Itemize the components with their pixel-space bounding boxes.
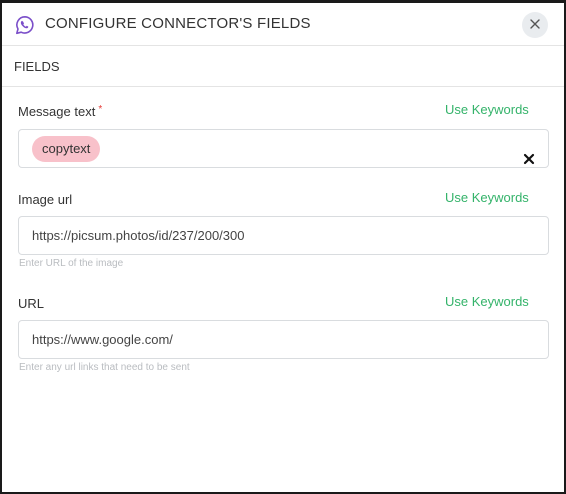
- section-header: FIELDS: [2, 46, 564, 87]
- url-input[interactable]: https://www.google.com/: [18, 320, 549, 359]
- clear-icon[interactable]: [523, 142, 535, 165]
- use-keywords-link-message[interactable]: Use Keywords: [445, 102, 529, 117]
- close-icon[interactable]: [530, 16, 540, 34]
- required-marker: *: [98, 104, 103, 115]
- whatsapp-icon: [15, 15, 35, 35]
- close-button[interactable]: [522, 12, 548, 38]
- keyword-chip[interactable]: copytext: [32, 136, 101, 162]
- url-label: URL: [18, 296, 45, 311]
- use-keywords-link-image[interactable]: Use Keywords: [445, 190, 529, 205]
- image-url-label: Image url: [18, 192, 73, 207]
- image-url-input[interactable]: https://picsum.photos/id/237/200/300: [18, 216, 549, 255]
- message-text-label: Message text *: [18, 104, 103, 119]
- image-url-helper: Enter URL of the image: [19, 258, 124, 269]
- connector-config-panel: CONFIGURE CONNECTOR'S FIELDS FIELDS Mess…: [0, 0, 566, 494]
- panel-title: CONFIGURE CONNECTOR'S FIELDS: [45, 15, 311, 32]
- panel-header: CONFIGURE CONNECTOR'S FIELDS: [2, 3, 564, 46]
- use-keywords-link-url[interactable]: Use Keywords: [445, 294, 529, 309]
- message-text-input[interactable]: copytext: [18, 129, 549, 168]
- url-helper: Enter any url links that need to be sent: [19, 362, 190, 373]
- section-label: FIELDS: [14, 59, 60, 74]
